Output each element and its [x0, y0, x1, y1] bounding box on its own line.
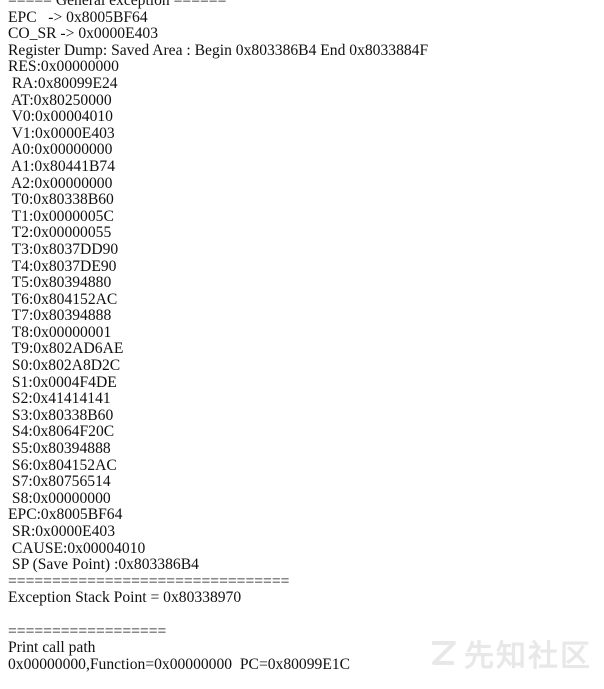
console-line: SP (Save Point) :0x803386B4 — [8, 556, 199, 574]
console-line: CO_SR -> 0x0000E403 — [8, 25, 159, 43]
console-line: T0:0x80338B60 — [8, 191, 114, 209]
console-line: T8:0x00000001 — [8, 323, 112, 341]
console-line: A0:0x00000000 — [8, 141, 113, 159]
console-line: Register Dump: Saved Area : Begin 0x8033… — [8, 41, 429, 59]
console-line: EPC:0x8005BF64 — [8, 506, 123, 524]
console-line: S7:0x80756514 — [8, 473, 111, 491]
console-line: S6:0x804152AC — [8, 456, 117, 474]
console-line: T4:0x8037DE90 — [8, 257, 117, 275]
console-line: S1:0x0004F4DE — [8, 373, 117, 391]
console-line: T6:0x804152AC — [8, 290, 118, 308]
console-line: S0:0x802A8D2C — [8, 357, 121, 375]
console-line: S2:0x41414141 — [8, 390, 111, 408]
console-line: T2:0x00000055 — [8, 224, 112, 242]
console-line: V1:0x0000E403 — [8, 124, 115, 142]
console-line: V0:0x00004010 — [8, 108, 113, 126]
console-line: A1:0x80441B74 — [8, 157, 116, 175]
console-line: SR:0x0000E403 — [8, 523, 116, 540]
console-line: 0x00000000,Function=0x00000000 PC=0x8009… — [8, 655, 351, 673]
console-line: T5:0x80394880 — [8, 274, 112, 292]
console-line: T3:0x8037DD90 — [8, 240, 119, 258]
console-line: ================================ — [8, 572, 290, 590]
console-line: RA:0x80099E24 — [8, 74, 118, 92]
console-line: RES:0x00000000 — [8, 58, 119, 76]
exception-dump-console: ===== General exception ====== EPC -> 0x8… — [8, 0, 602, 673]
console-line: S8:0x00000000 — [8, 489, 111, 507]
console-line: T9:0x802AD6AE — [8, 340, 124, 358]
console-line: S5:0x80394888 — [8, 440, 111, 458]
console-line: EPC -> 0x8005BF64 — [8, 8, 148, 26]
console-line: A2:0x00000000 — [8, 174, 113, 192]
console-line: AT:0x80250000 — [8, 91, 112, 109]
console-line: S3:0x80338B60 — [8, 406, 114, 424]
console-line: Exception Stack Point = 0x80338970 — [8, 589, 242, 607]
console-line: ================== — [8, 622, 167, 640]
console-line: CAUSE:0x00004010 — [8, 539, 146, 557]
console-line: S4:0x8064F20C — [8, 423, 115, 441]
console-line: T1:0x0000005C — [8, 207, 114, 225]
console-line: T7:0x80394888 — [8, 307, 112, 325]
console-line: Print call path — [8, 639, 96, 657]
